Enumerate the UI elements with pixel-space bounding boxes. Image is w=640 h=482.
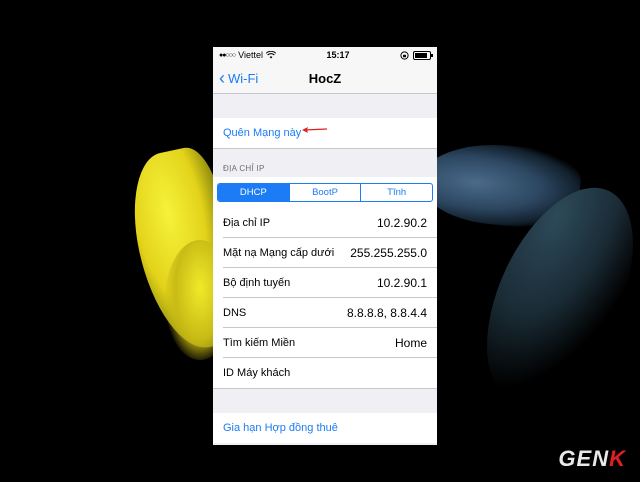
ip-address-row: Địa chỉ IP 10.2.90.2	[213, 208, 437, 238]
segment-dhcp[interactable]: DHCP	[218, 184, 289, 201]
dns-row[interactable]: DNS 8.8.8.8, 8.8.4.4	[213, 298, 437, 328]
row-value: 10.2.90.1	[376, 276, 427, 290]
row-value: Home	[394, 336, 427, 350]
search-domains-row[interactable]: Tìm kiếm Miền Home	[213, 328, 437, 358]
row-value: 255.255.255.0	[350, 246, 427, 260]
navigation-bar: ‹ Wi-Fi HocZ	[213, 63, 437, 94]
phone-screen: ●●○○○ Viettel 15:17 ‹ Wi-Fi HocZ Quên Mạ…	[213, 47, 437, 445]
row-label: Mặt nạ Mạng cấp dưới	[223, 247, 335, 259]
row-label: Địa chỉ IP	[223, 217, 271, 229]
row-label: DNS	[223, 307, 247, 319]
status-bar: ●●○○○ Viettel 15:17	[213, 47, 437, 63]
back-button[interactable]: ‹ Wi-Fi	[219, 63, 258, 93]
watermark-logo: GENK	[558, 446, 626, 471]
segmented-control: DHCP BootP Tĩnh	[217, 183, 433, 202]
back-label: Wi-Fi	[228, 70, 259, 86]
row-label: Bộ định tuyến	[223, 277, 291, 289]
row-value: 8.8.8.8, 8.8.4.4	[346, 306, 427, 320]
segment-bootp[interactable]: BootP	[288, 184, 361, 201]
ip-section-header: ĐỊA CHỈ IP	[223, 164, 265, 173]
carrier-name: Viettel	[238, 50, 263, 60]
segment-static[interactable]: Tĩnh	[360, 184, 432, 201]
annotation-arrow-icon	[302, 127, 328, 133]
page-title: HocZ	[308, 70, 342, 86]
rotation-lock-icon	[400, 50, 409, 60]
renew-lease-button[interactable]: Gia hạn Hợp đồng thuê	[213, 413, 437, 443]
signal-dots-icon: ●●○○○	[219, 51, 236, 59]
row-value: 10.2.90.2	[376, 216, 427, 230]
row-label: Tìm kiếm Miền	[223, 337, 296, 349]
subnet-mask-row: Mặt nạ Mạng cấp dưới 255.255.255.0	[213, 238, 437, 268]
chevron-left-icon: ‹	[219, 68, 225, 88]
router-row: Bộ định tuyến 10.2.90.1	[213, 268, 437, 298]
wifi-icon	[266, 51, 276, 59]
battery-icon	[413, 50, 433, 60]
ip-mode-control: DHCP BootP Tĩnh	[213, 177, 437, 208]
client-id-row[interactable]: ID Máy khách	[213, 358, 437, 389]
status-time: 15:17	[326, 50, 350, 60]
row-label: ID Máy khách	[223, 367, 291, 379]
